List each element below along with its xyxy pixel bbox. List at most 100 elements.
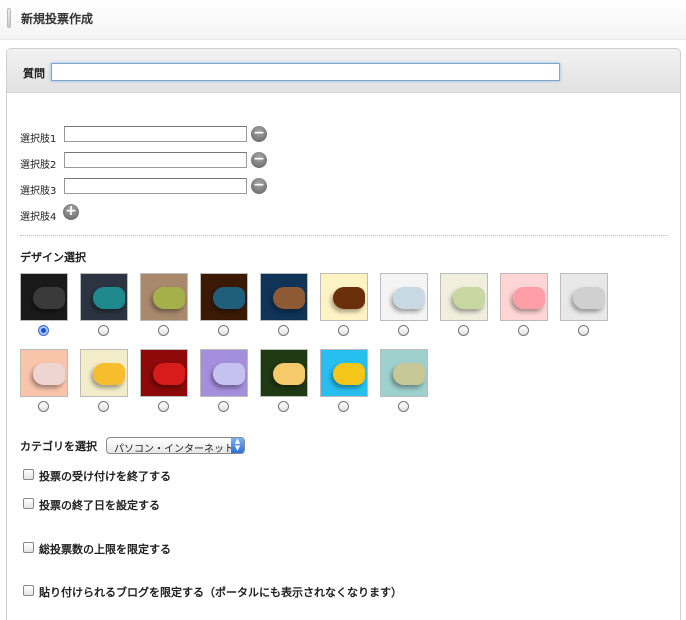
design-preview-pill	[393, 363, 425, 385]
design-thumbnail[interactable]	[20, 349, 68, 397]
design-radio[interactable]	[278, 401, 289, 412]
design-radio[interactable]	[458, 325, 469, 336]
design-thumbnail[interactable]	[200, 349, 248, 397]
design-thumbnail[interactable]	[440, 273, 488, 321]
design-thumbnail[interactable]	[200, 273, 248, 321]
design-option-11[interactable]	[20, 349, 68, 412]
category-selected-value: パソコン・インターネット	[114, 444, 234, 455]
design-radio[interactable]	[338, 401, 349, 412]
design-radio[interactable]	[518, 325, 529, 336]
remove-choice-3-icon[interactable]: −	[251, 178, 267, 194]
question-label: 質問	[23, 67, 45, 80]
design-radio[interactable]	[278, 325, 289, 336]
add-choice-icon[interactable]: +	[63, 204, 79, 220]
design-option-6[interactable]	[320, 273, 368, 336]
vote-limit-checkbox[interactable]	[23, 542, 34, 553]
limit-blogs-checkbox[interactable]	[23, 585, 34, 596]
design-preview-pill	[33, 287, 65, 309]
close-voting-checkbox[interactable]	[23, 469, 34, 480]
design-preview-pill	[213, 287, 245, 309]
design-radio[interactable]	[98, 401, 109, 412]
design-preview-pill	[93, 363, 125, 385]
design-radio[interactable]	[338, 325, 349, 336]
select-arrows-icon: ▲ ▼	[231, 438, 244, 453]
choice-label-1: 選択肢1	[20, 134, 57, 145]
design-preview-pill	[333, 287, 365, 309]
design-radio[interactable]	[578, 325, 589, 336]
design-thumbnail[interactable]	[140, 349, 188, 397]
design-preview-pill	[153, 363, 185, 385]
design-option-1[interactable]	[20, 273, 68, 336]
design-thumbnail[interactable]	[260, 273, 308, 321]
category-label: カテゴリを選択	[20, 440, 97, 453]
design-radio[interactable]	[218, 325, 229, 336]
design-option-7[interactable]	[380, 273, 428, 336]
design-option-8[interactable]	[440, 273, 488, 336]
design-preview-pill	[333, 363, 365, 385]
remove-choice-2-icon[interactable]: −	[251, 152, 267, 168]
design-option-2[interactable]	[80, 273, 128, 336]
design-thumbnail[interactable]	[380, 273, 428, 321]
choice-input-1[interactable]	[64, 126, 247, 142]
design-option-14[interactable]	[200, 349, 248, 412]
page-header: 新規投票作成	[0, 0, 686, 40]
design-preview-pill	[33, 363, 65, 385]
design-option-5[interactable]	[260, 273, 308, 336]
choice-label-4: 選択肢4	[20, 212, 57, 223]
design-thumbnail[interactable]	[140, 273, 188, 321]
design-option-17[interactable]	[380, 349, 428, 412]
design-option-16[interactable]	[320, 349, 368, 412]
design-radio[interactable]	[158, 325, 169, 336]
design-preview-pill	[153, 287, 185, 309]
choice-label-3: 選択肢3	[20, 186, 57, 197]
design-radio[interactable]	[158, 401, 169, 412]
design-option-12[interactable]	[80, 349, 128, 412]
choice-label-2: 選択肢2	[20, 160, 57, 171]
design-thumbnail[interactable]	[320, 273, 368, 321]
option-label: 投票の受け付けを終了する	[39, 470, 171, 483]
design-radio[interactable]	[398, 325, 409, 336]
design-radio[interactable]	[38, 401, 49, 412]
category-select[interactable]: パソコン・インターネット ▲ ▼	[106, 437, 245, 455]
design-thumbnail[interactable]	[320, 349, 368, 397]
design-radio[interactable]	[398, 401, 409, 412]
design-option-9[interactable]	[500, 273, 548, 336]
design-thumbnail[interactable]	[20, 273, 68, 321]
remove-choice-1-icon[interactable]: −	[251, 126, 267, 142]
design-radio[interactable]	[98, 325, 109, 336]
design-thumbnail[interactable]	[500, 273, 548, 321]
design-label: デザイン選択	[20, 251, 86, 264]
question-input[interactable]	[51, 63, 560, 81]
design-preview-pill	[273, 287, 305, 309]
design-preview-pill	[213, 363, 245, 385]
choice-input-2[interactable]	[64, 152, 247, 168]
design-preview-pill	[513, 287, 545, 309]
choice-input-3[interactable]	[64, 178, 247, 194]
end-date-checkbox[interactable]	[23, 498, 34, 509]
design-thumbnail[interactable]	[380, 349, 428, 397]
design-option-10[interactable]	[560, 273, 608, 336]
design-radio[interactable]	[38, 325, 49, 336]
design-preview-pill	[273, 363, 305, 385]
design-preview-pill	[453, 287, 485, 309]
option-label: 貼り付けられるブログを限定する（ポータルにも表示されなくなります）	[39, 586, 402, 599]
header-accent-bar	[7, 8, 11, 28]
design-option-3[interactable]	[140, 273, 188, 336]
design-preview-pill	[573, 287, 605, 309]
option-label: 投票の終了日を設定する	[39, 499, 160, 512]
option-label: 総投票数の上限を限定する	[39, 543, 171, 556]
design-preview-pill	[93, 287, 125, 309]
design-thumbnail[interactable]	[80, 273, 128, 321]
question-row: 質問	[7, 49, 680, 93]
design-option-15[interactable]	[260, 349, 308, 412]
design-option-13[interactable]	[140, 349, 188, 412]
design-option-4[interactable]	[200, 273, 248, 336]
design-radio[interactable]	[218, 401, 229, 412]
page-title: 新規投票作成	[21, 12, 94, 26]
design-preview-pill	[393, 287, 425, 309]
design-thumbnail[interactable]	[260, 349, 308, 397]
design-thumbnail[interactable]	[560, 273, 608, 321]
design-thumbnail[interactable]	[80, 349, 128, 397]
poll-form-panel: 質問 選択肢1 − 選択肢2 − 選択肢3 − 選択肢4 + デザイン選択 カテ…	[6, 48, 681, 620]
divider	[20, 235, 668, 236]
